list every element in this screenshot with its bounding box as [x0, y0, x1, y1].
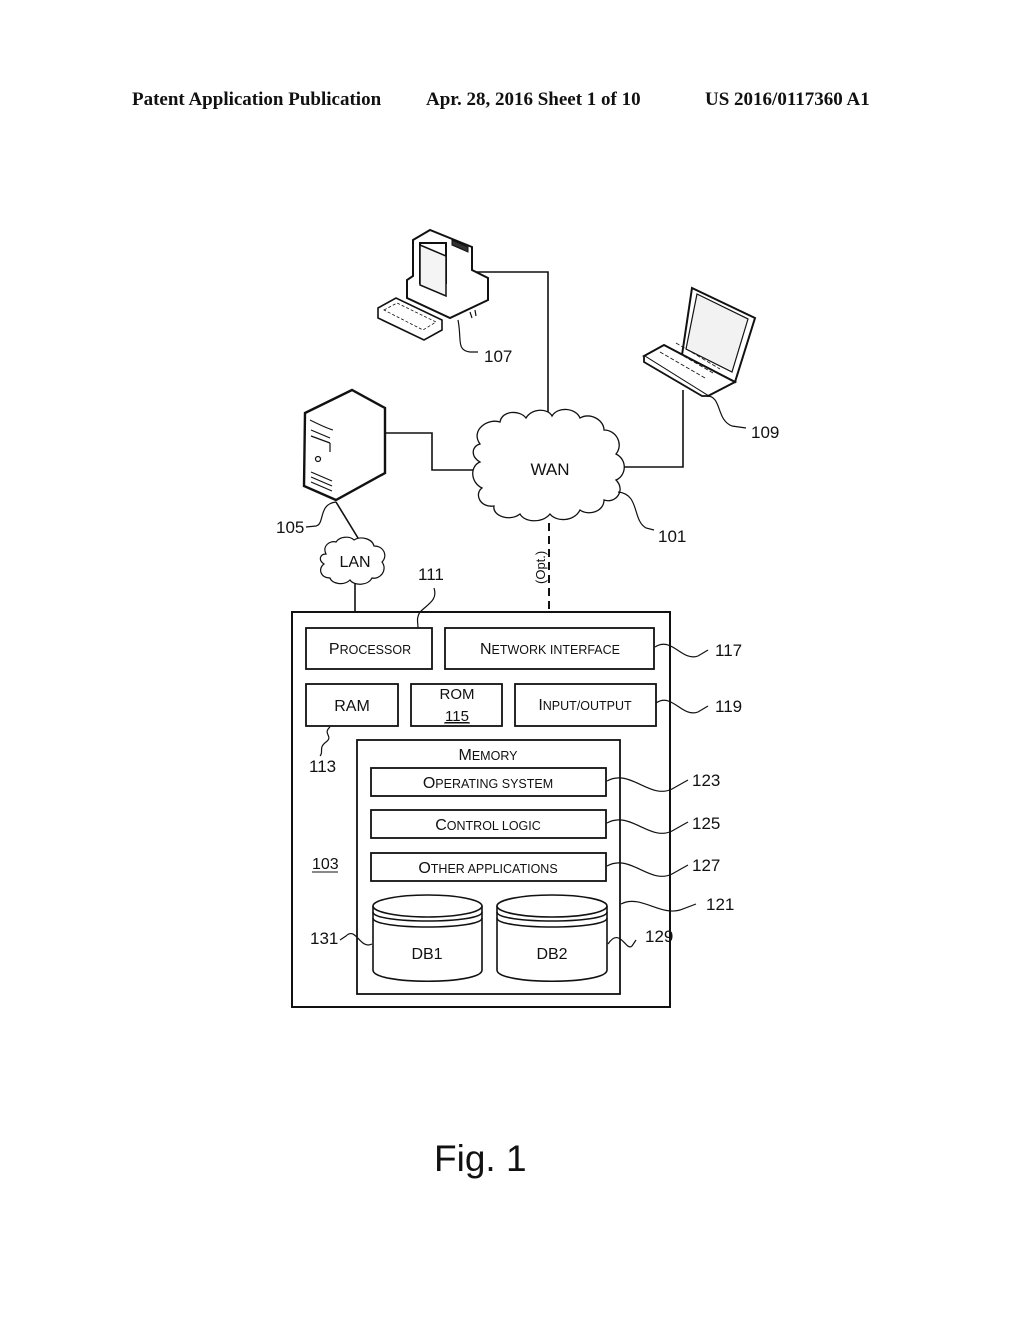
desktop-leader-line [457, 319, 478, 353]
operating-system-label: OPERATING SYSTEM [423, 775, 553, 792]
ram-leader-line [319, 726, 331, 757]
other-applications-label: OTHER APPLICATIONS [418, 860, 557, 877]
server-leader-line [305, 501, 337, 528]
desktop-ref: 107 [484, 347, 512, 366]
server-icon [302, 388, 387, 502]
ram-ref: 113 [309, 757, 336, 776]
operating-system-ref: 123 [692, 771, 720, 790]
control-logic-ref: 125 [692, 814, 720, 833]
db1-cylinder-icon [372, 894, 483, 983]
processor-ref: 111 [418, 565, 444, 584]
memory-leader-line [620, 900, 697, 912]
desktop-computer-icon [377, 228, 489, 341]
input-output-leader-line [655, 699, 709, 714]
processor-label: PROCESSOR [329, 641, 411, 658]
input-output-ref: 119 [715, 697, 742, 716]
laptop-wan-link [622, 390, 684, 468]
db2-label: DB2 [536, 946, 567, 963]
lan-label: LAN [339, 554, 370, 571]
processor-leader-line [416, 587, 436, 629]
rom-ref: 115 [445, 708, 469, 725]
laptop-leader-line [706, 395, 747, 429]
wan-ref: 101 [658, 527, 686, 546]
server-lan-link [335, 501, 359, 539]
server-ref: 105 [276, 518, 304, 537]
db1-ref: 131 [310, 929, 338, 948]
input-output-label: INPUT/OUTPUT [538, 697, 632, 714]
laptop-ref: 109 [751, 423, 779, 442]
wan-leader-line [617, 491, 655, 531]
wan-label: WAN [530, 460, 569, 479]
optional-link-label: (Opt.) [533, 551, 548, 584]
memory-label: MEMORY [459, 747, 519, 764]
server-wan-link [385, 432, 476, 471]
network-interface-ref: 117 [715, 641, 742, 660]
ram-label: RAM [334, 698, 370, 715]
figure-label: Fig. 1 [434, 1138, 527, 1179]
memory-ref: 121 [706, 895, 734, 914]
network-interface-label: NETWORK INTERFACE [480, 641, 620, 658]
db2-cylinder-icon [496, 894, 608, 983]
laptop-icon [642, 286, 757, 398]
control-logic-label: CONTROL LOGIC [435, 817, 541, 834]
rom-label: ROM [440, 686, 475, 703]
figure-diagram: 107 109 105 WAN 101 LAN (Opt.) 111 PROCE… [276, 228, 779, 1008]
device-ref: 103 [312, 856, 339, 873]
db2-ref: 129 [645, 927, 673, 946]
network-interface-leader-line [654, 643, 709, 658]
db1-label: DB1 [411, 946, 442, 963]
other-applications-ref: 127 [692, 856, 720, 875]
